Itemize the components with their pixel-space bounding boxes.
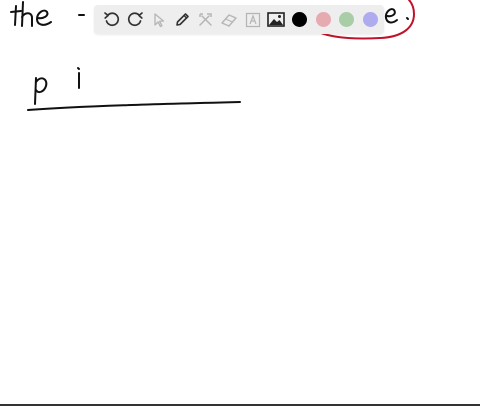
image-button[interactable]	[265, 8, 289, 32]
select-button[interactable]	[147, 8, 171, 32]
redo-icon	[128, 11, 144, 26]
black-color-icon	[292, 12, 308, 27]
color-swatch-pink[interactable]	[312, 8, 336, 32]
redo-button[interactable]	[124, 8, 148, 32]
handwritten-letter-p	[34, 77, 48, 105]
eraser-icon	[221, 13, 237, 27]
tools-button[interactable]	[194, 8, 218, 32]
handwritten-letter-i	[77, 67, 80, 89]
color-swatch-black[interactable]	[288, 8, 312, 32]
pencil-icon	[175, 13, 189, 26]
image-icon	[267, 12, 286, 27]
pink-color-icon	[315, 12, 331, 27]
green-color-icon	[339, 12, 355, 27]
pen-button[interactable]	[171, 8, 195, 32]
handwritten-underline	[27, 101, 241, 111]
color-swatch-green[interactable]	[335, 8, 359, 32]
text-button[interactable]	[241, 8, 265, 32]
handwriting-layer	[10, 0, 416, 111]
pointer-icon	[154, 12, 164, 27]
whiteboard-canvas[interactable]	[0, 0, 480, 406]
undo-icon	[103, 11, 119, 26]
wrench-hammer-icon	[199, 13, 212, 26]
handwritten-word-the	[10, 1, 52, 27]
text-box-icon	[245, 12, 260, 27]
undo-button[interactable]	[100, 8, 124, 32]
handwritten-partial-word	[384, 8, 409, 24]
lavender-color-icon	[362, 12, 378, 27]
drawing-toolbar	[94, 5, 384, 34]
color-swatch-lavender[interactable]	[359, 8, 383, 32]
eraser-button[interactable]	[218, 8, 242, 32]
